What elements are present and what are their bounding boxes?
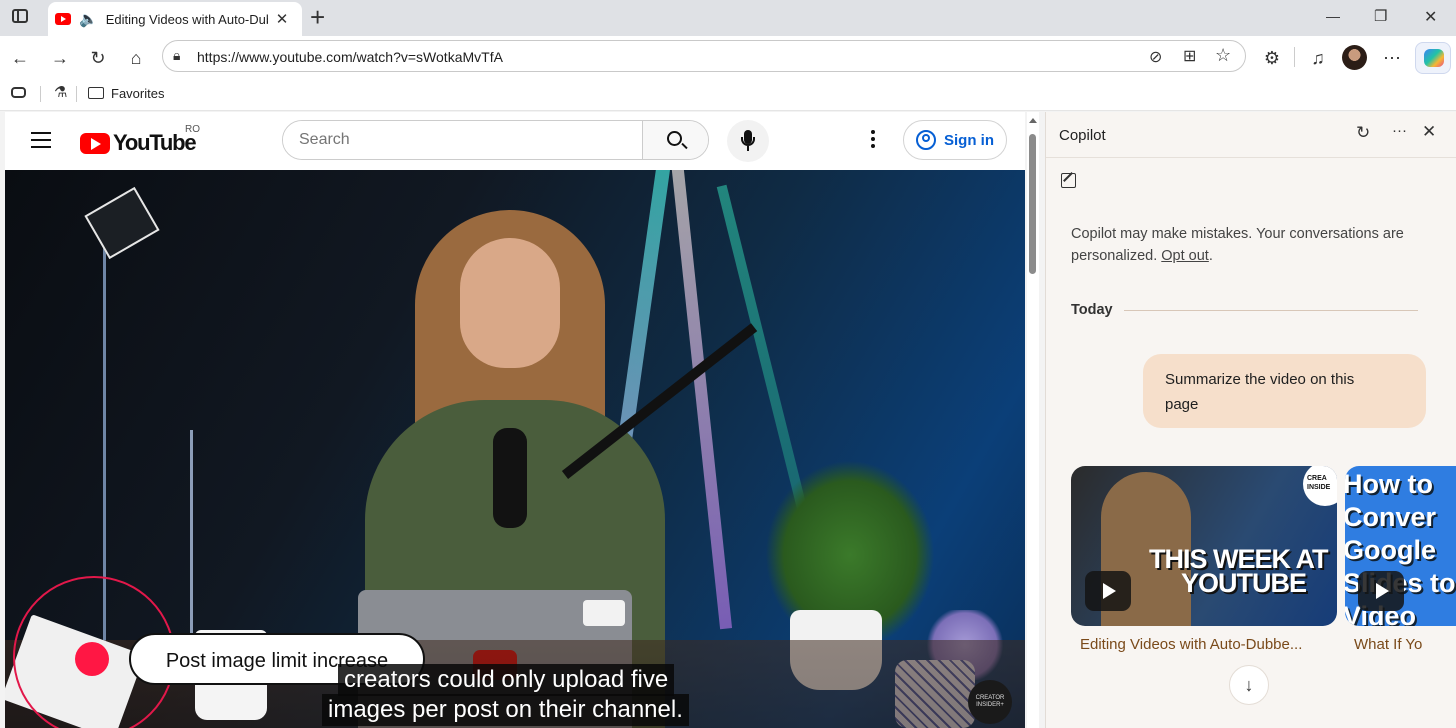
- user-message-text: Summarize the video on this page: [1165, 371, 1355, 413]
- tab-search-icon[interactable]: [11, 87, 26, 98]
- url-text: https://www.youtube.com/watch?v=sWotkaMv…: [197, 49, 503, 65]
- labs-icon[interactable]: ⚗: [54, 83, 67, 101]
- new-tab-button[interactable]: +: [310, 2, 325, 33]
- browser-tab[interactable]: 🔈 Editing Videos with Auto-Dubbing ✕: [48, 2, 302, 36]
- video-card[interactable]: How to Conver Google Slides to Video: [1345, 466, 1456, 626]
- notice-period: .: [1208, 248, 1213, 264]
- divider: [1046, 157, 1456, 158]
- favorites-bar: ⚗ Favorites: [0, 78, 1456, 111]
- card-badge-text: CREA INSIDE: [1307, 475, 1331, 491]
- caption-line-2: images per post on their channel.: [322, 694, 689, 726]
- settings-more-icon[interactable]: [871, 130, 875, 148]
- restore-button[interactable]: ❐: [1374, 7, 1387, 25]
- podcast-microphone: [493, 428, 527, 528]
- home-icon[interactable]: ⌂: [122, 45, 150, 71]
- sign-in-button[interactable]: Sign in: [903, 120, 1007, 160]
- laptop-sticker: [583, 600, 625, 626]
- watermark-text: CREATOR INSIDER+: [975, 695, 1005, 708]
- light-streak: [669, 170, 733, 630]
- divider: [76, 86, 77, 102]
- sign-in-label: Sign in: [944, 131, 994, 149]
- presenter-face: [460, 238, 560, 368]
- card-thumb-text-2: YOUTUBE: [1181, 568, 1307, 598]
- tab-close-icon[interactable]: ✕: [276, 10, 289, 28]
- copilot-button[interactable]: [1415, 42, 1451, 74]
- folder-icon: [88, 87, 104, 99]
- user-message-bubble: Summarize the video on this page: [1143, 354, 1426, 428]
- extensions-icon[interactable]: ⚙: [1258, 45, 1286, 71]
- scroll-down-button[interactable]: ↓: [1229, 665, 1269, 705]
- forward-icon[interactable]: →: [46, 45, 74, 71]
- copilot-more-icon[interactable]: ···: [1392, 122, 1407, 139]
- scroll-up-arrow-icon[interactable]: [1029, 118, 1037, 123]
- video-card-caption[interactable]: Editing Videos with Auto-Dubbe...: [1080, 636, 1302, 653]
- voice-search-button[interactable]: [727, 120, 769, 162]
- caption-line-1: creators could only upload five: [338, 664, 675, 696]
- region-code: RO: [185, 124, 200, 135]
- studio-light: [84, 186, 160, 260]
- favorite-star-icon[interactable]: ☆: [1215, 45, 1231, 66]
- refresh-icon[interactable]: ↻: [84, 45, 112, 71]
- notice-text: Copilot may make mistakes. Your conversa…: [1071, 226, 1404, 264]
- media-control-icon[interactable]: ♫: [1304, 45, 1332, 71]
- address-bar[interactable]: 🔒︎ https://www.youtube.com/watch?v=sWotk…: [162, 40, 1246, 72]
- tab-actions-icon[interactable]: [12, 9, 28, 23]
- video-player[interactable]: Post image limit increase creators could…: [5, 170, 1025, 728]
- copilot-refresh-icon[interactable]: ↻: [1356, 123, 1370, 143]
- youtube-header: YouTube RO Sign in: [5, 112, 1025, 170]
- divider: [1124, 310, 1418, 311]
- menu-hamburger-icon[interactable]: [31, 132, 51, 148]
- page-scrollbar[interactable]: [1027, 112, 1039, 728]
- video-card-caption[interactable]: What If Yo: [1354, 636, 1422, 653]
- tab-title: Editing Videos with Auto-Dubbing: [105, 11, 268, 27]
- minimize-button[interactable]: —: [1326, 8, 1340, 24]
- search-box[interactable]: [282, 120, 709, 160]
- opt-out-link[interactable]: Opt out: [1161, 248, 1209, 264]
- copilot-notice: Copilot may make mistakes. Your conversa…: [1071, 223, 1431, 267]
- extensions-grid-icon[interactable]: ⊞: [1183, 46, 1196, 66]
- copilot-title: Copilot: [1059, 127, 1106, 144]
- youtube-play-logo-icon: [80, 132, 110, 154]
- new-chat-icon[interactable]: [1061, 172, 1076, 188]
- copilot-vision-icon[interactable]: ⊘: [1149, 47, 1162, 67]
- record-dot: [75, 642, 109, 676]
- scrollbar-thumb[interactable]: [1029, 134, 1036, 274]
- copilot-close-icon[interactable]: ✕: [1422, 122, 1436, 142]
- copilot-logo-icon: [1424, 49, 1444, 67]
- arrow-down-icon: ↓: [1244, 675, 1254, 695]
- divider: [40, 86, 41, 102]
- youtube-logo[interactable]: YouTube: [80, 130, 197, 156]
- speaker-icon[interactable]: 🔈: [79, 10, 98, 28]
- search-button[interactable]: [642, 121, 708, 159]
- youtube-wordmark: YouTube: [113, 130, 197, 155]
- card-play-button-icon[interactable]: [1358, 571, 1404, 611]
- card-play-button-icon[interactable]: [1085, 571, 1131, 611]
- divider: [1294, 47, 1295, 67]
- youtube-favicon-icon: [55, 13, 71, 25]
- search-input[interactable]: [283, 121, 643, 159]
- account-circle-icon: [916, 130, 936, 150]
- channel-watermark: CREATOR INSIDER+: [968, 680, 1012, 724]
- card-badge: CREA INSIDE: [1303, 466, 1337, 506]
- more-menu-icon[interactable]: ⋯: [1378, 45, 1406, 71]
- profile-avatar[interactable]: [1342, 45, 1367, 70]
- tab-strip: 🔈 Editing Videos with Auto-Dubbing ✕ + —…: [0, 0, 1456, 36]
- video-card[interactable]: THIS WEEK AT YOUTUBE CREA INSIDE: [1071, 466, 1337, 626]
- close-window-button[interactable]: ✕: [1424, 7, 1437, 27]
- favorites-folder[interactable]: Favorites: [111, 86, 164, 101]
- back-icon[interactable]: ←: [6, 45, 34, 71]
- site-info-icon[interactable]: 🔒︎: [173, 47, 180, 64]
- date-separator-label: Today: [1071, 302, 1113, 318]
- copilot-sidebar: Copilot ↻ ··· ✕ Copilot may make mistake…: [1045, 112, 1456, 728]
